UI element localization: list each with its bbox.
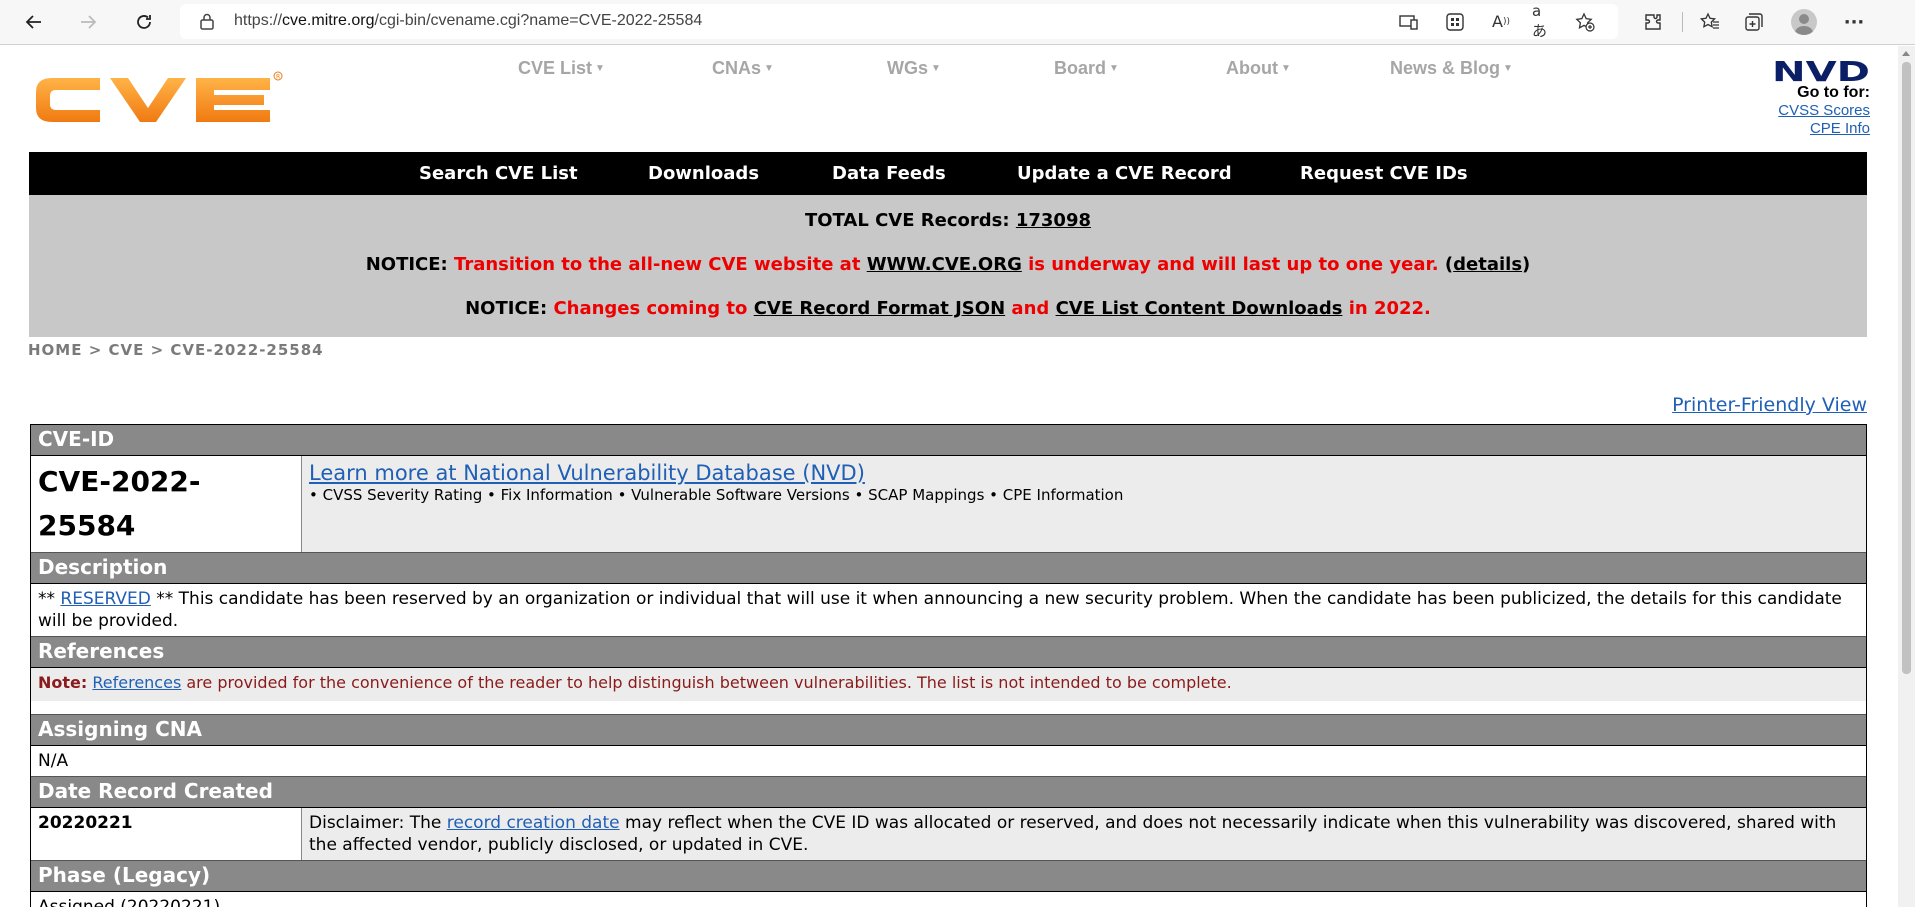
nav-search-cve-list[interactable]: Search CVE List bbox=[419, 163, 578, 184]
cve-record-table: CVE-ID CVE-2022-25584 Learn more at Nati… bbox=[30, 424, 1867, 907]
nav-wgs[interactable]: WGs ▼ bbox=[887, 58, 941, 79]
dropdown-caret-icon: ▼ bbox=[931, 63, 941, 74]
nvd-goto-label: Go to for: bbox=[1797, 84, 1870, 101]
printer-friendly-link[interactable]: Printer-Friendly View bbox=[1672, 394, 1867, 416]
notice-banner: TOTAL CVE Records: 173098 NOTICE: Transi… bbox=[29, 195, 1867, 337]
nav-cnas[interactable]: CNAs ▼ bbox=[712, 58, 774, 79]
record-creation-date-link[interactable]: record creation date bbox=[447, 813, 620, 833]
translate-icon[interactable]: aあ bbox=[1532, 2, 1554, 40]
references-note: Note: References are provided for the co… bbox=[31, 668, 1866, 701]
record-format-json-link[interactable]: CVE Record Format JSON bbox=[754, 298, 1005, 319]
scroll-up-arrow-icon[interactable] bbox=[1902, 51, 1910, 56]
web-page: R CVE List ▼ CNAs ▼ WGs ▼ Board ▼ About ▼ New… bbox=[0, 46, 1898, 907]
app-available-icon[interactable] bbox=[1398, 11, 1420, 33]
refresh-button[interactable] bbox=[130, 8, 158, 36]
reserved-link[interactable]: RESERVED bbox=[60, 589, 150, 609]
extensions-icon[interactable] bbox=[1642, 11, 1664, 33]
date-disclaimer: Disclaimer: The record creation date may… bbox=[302, 808, 1866, 860]
nvd-learn-more-link[interactable]: Learn more at National Vulnerability Dat… bbox=[309, 461, 865, 485]
assigning-cna-value: N/A bbox=[38, 751, 69, 771]
nav-request-cve-ids[interactable]: Request CVE IDs bbox=[1300, 163, 1468, 184]
apps-grid-icon[interactable] bbox=[1444, 11, 1466, 33]
references-header: References bbox=[31, 637, 1866, 668]
description-text: ** RESERVED ** This candidate has been r… bbox=[38, 589, 1842, 631]
dropdown-caret-icon: ▼ bbox=[595, 63, 605, 74]
svg-text:NVD: NVD bbox=[1772, 58, 1870, 84]
dropdown-caret-icon: ▼ bbox=[1503, 63, 1513, 74]
total-records-count[interactable]: 173098 bbox=[1016, 210, 1091, 231]
dropdown-caret-icon: ▼ bbox=[1109, 63, 1119, 74]
toolbar-right: ··· bbox=[1642, 8, 1865, 36]
url-text: https://cve.mitre.org/cgi-bin/cvename.cg… bbox=[234, 12, 703, 29]
total-records-line: TOTAL CVE Records: 173098 bbox=[804, 210, 1092, 231]
dropdown-caret-icon: ▼ bbox=[764, 63, 774, 74]
nvd-features-list: • CVSS Severity Rating • Fix Information… bbox=[309, 486, 1124, 504]
address-bar-actions: A)) aあ bbox=[1398, 2, 1596, 40]
cve-org-link[interactable]: WWW.CVE.ORG bbox=[867, 254, 1022, 275]
forward-button[interactable] bbox=[74, 8, 102, 36]
page-scrollbar[interactable] bbox=[1898, 46, 1915, 907]
lock-icon bbox=[200, 13, 214, 34]
back-button[interactable] bbox=[20, 8, 48, 36]
nav-news-blog[interactable]: News & Blog ▼ bbox=[1390, 58, 1513, 79]
content-downloads-link[interactable]: CVE List Content Downloads bbox=[1056, 298, 1343, 319]
nvd-panel: NVD Go to for: CVSS Scores CPE Info bbox=[1750, 58, 1870, 138]
profile-avatar-icon[interactable] bbox=[1791, 9, 1817, 35]
browser-toolbar: https://cve.mitre.org/cgi-bin/cvename.cg… bbox=[0, 0, 1915, 45]
breadcrumb[interactable]: HOME > CVE > CVE-2022-25584 bbox=[28, 341, 324, 359]
cvss-scores-link[interactable]: CVSS Scores bbox=[1750, 102, 1870, 120]
main-navigation: Search CVE List Downloads Data Feeds Upd… bbox=[29, 152, 1867, 195]
nvd-info-cell: Learn more at National Vulnerability Dat… bbox=[302, 456, 1866, 552]
cve-id-header: CVE-ID bbox=[31, 425, 1866, 456]
assigning-cna-row: N/A bbox=[31, 746, 1866, 777]
toolbar-divider bbox=[1682, 12, 1683, 32]
nav-data-feeds[interactable]: Data Feeds bbox=[832, 163, 946, 184]
nav-board[interactable]: Board ▼ bbox=[1054, 58, 1119, 79]
top-navigation: CVE List ▼ CNAs ▼ WGs ▼ Board ▼ About ▼ News … bbox=[0, 58, 1898, 82]
back-arrow-icon bbox=[25, 15, 41, 29]
notice-transition: NOTICE: Transition to the all-new CVE we… bbox=[365, 254, 1531, 275]
favorites-icon[interactable] bbox=[1699, 11, 1721, 33]
cpe-info-link[interactable]: CPE Info bbox=[1750, 120, 1870, 138]
description-row: ** RESERVED ** This candidate has been r… bbox=[31, 584, 1866, 637]
more-menu-icon[interactable]: ··· bbox=[1843, 11, 1865, 33]
assigning-cna-header: Assigning CNA bbox=[31, 715, 1866, 746]
nav-update-cve-record[interactable]: Update a CVE Record bbox=[1017, 163, 1232, 184]
collections-icon[interactable] bbox=[1743, 11, 1765, 33]
cve-id-value: CVE-2022-25584 bbox=[31, 456, 302, 552]
nav-cve-list[interactable]: CVE List ▼ bbox=[518, 58, 605, 79]
refresh-icon bbox=[137, 15, 151, 29]
address-bar[interactable]: https://cve.mitre.org/cgi-bin/cvename.cg… bbox=[180, 2, 1618, 40]
notice-changes: NOTICE: Changes coming to CVE Record For… bbox=[465, 298, 1431, 319]
nvd-logo[interactable]: NVD bbox=[1772, 58, 1870, 84]
references-list-empty bbox=[31, 701, 1866, 715]
cve-id-row: CVE-2022-25584 Learn more at National Vu… bbox=[31, 456, 1866, 553]
dropdown-caret-icon: ▼ bbox=[1280, 63, 1291, 74]
details-link[interactable]: details bbox=[1453, 254, 1522, 275]
add-favorite-icon[interactable] bbox=[1574, 11, 1596, 33]
phase-header: Phase (Legacy) bbox=[31, 861, 1866, 892]
date-created-row: 20220221 Disclaimer: The record creation… bbox=[31, 808, 1866, 861]
nav-downloads[interactable]: Downloads bbox=[648, 163, 759, 184]
forward-arrow-icon bbox=[81, 15, 97, 29]
read-aloud-icon[interactable]: A)) bbox=[1490, 11, 1512, 33]
phase-value: Assigned (20220221) bbox=[38, 897, 221, 907]
date-created-header: Date Record Created bbox=[31, 777, 1866, 808]
date-created-value: 20220221 bbox=[31, 808, 302, 860]
description-header: Description bbox=[31, 553, 1866, 584]
references-link[interactable]: References bbox=[92, 673, 181, 692]
scrollbar-thumb[interactable] bbox=[1902, 62, 1911, 674]
nav-about[interactable]: About ▼ bbox=[1226, 58, 1291, 79]
phase-row: Assigned (20220221) bbox=[31, 892, 1866, 907]
